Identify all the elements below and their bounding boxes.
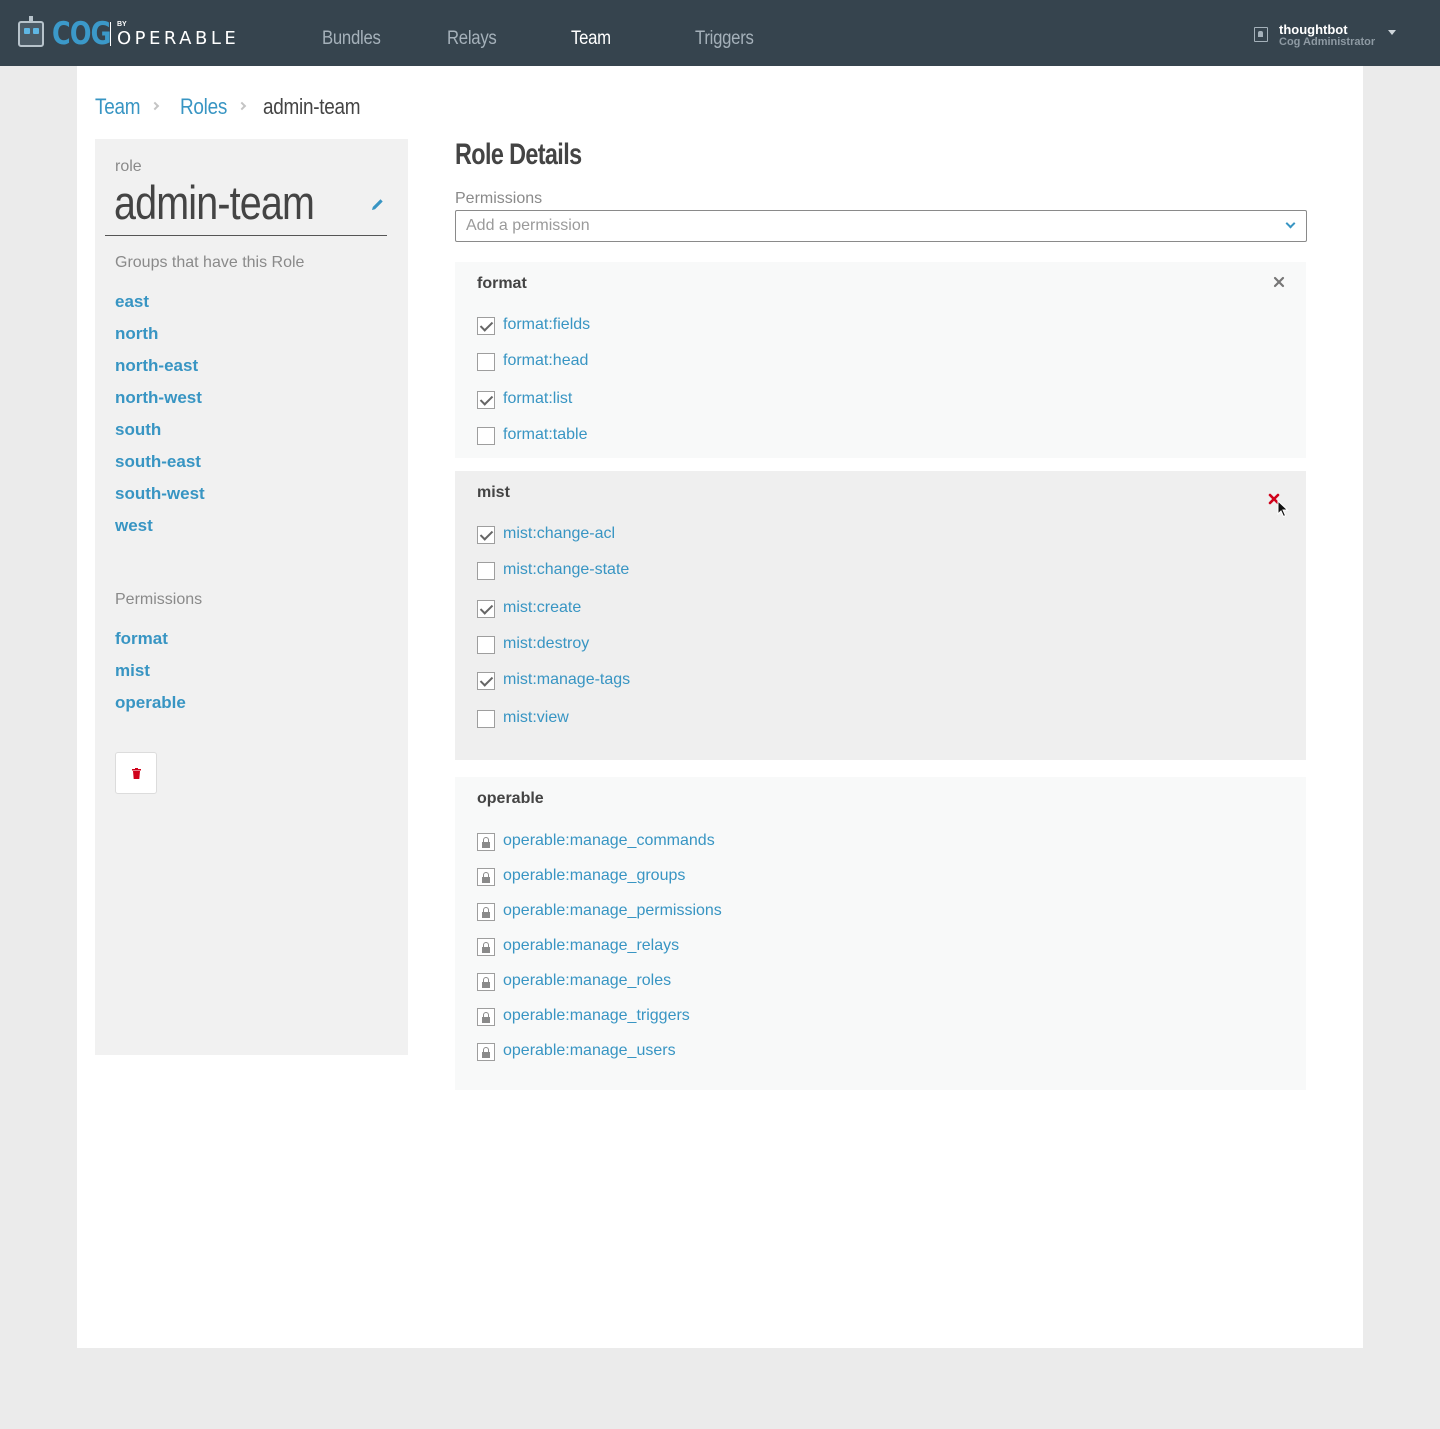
logo-by-text: BY [117,20,127,28]
permission-label[interactable]: operable:manage_relays [503,937,679,955]
group-link[interactable]: west [115,515,205,547]
permission-label[interactable]: mist:create [503,599,581,617]
nav-triggers[interactable]: Triggers [695,28,754,50]
bundle-title: format [477,275,527,292]
group-link[interactable]: east [115,291,205,323]
permission-checkbox[interactable] [477,600,495,618]
lock-icon [477,903,495,921]
permission-label[interactable]: mist:manage-tags [503,671,630,689]
chevron-down-icon [1285,218,1296,229]
group-link[interactable]: south [115,419,205,451]
bundle-title: mist [477,484,510,501]
permission-checkbox[interactable] [477,562,495,580]
permission-checkbox[interactable] [477,353,495,371]
permission-label[interactable]: operable:manage_triggers [503,1007,690,1025]
lock-icon [477,938,495,956]
permission-bundle-link[interactable]: operable [115,692,186,724]
groups-heading: Groups that have this Role [115,254,305,271]
permission-label[interactable]: mist:change-acl [503,525,615,543]
permission-bundle-link[interactable]: format [115,628,186,660]
breadcrumb-current: admin-team [263,94,361,119]
permission-label[interactable]: operable:manage_roles [503,972,671,990]
page-title: Role Details [455,138,582,171]
permission-label[interactable]: format:head [503,352,588,370]
user-role: Cog Administrator [1279,36,1376,48]
user-icon [1254,27,1268,42]
group-link[interactable]: north-west [115,387,205,419]
nav-team[interactable]: Team [571,28,611,50]
permission-bundle-link[interactable]: mist [115,660,186,692]
pencil-icon[interactable] [371,198,384,211]
group-link[interactable]: south-east [115,451,205,483]
bundle-title: operable [477,790,544,807]
lock-icon [477,973,495,991]
permission-label[interactable]: operable:manage_users [503,1042,676,1060]
permission-checkbox[interactable] [477,427,495,445]
chevron-right-icon [237,101,247,111]
role-sidebar: role admin-team Groups that have this Ro… [95,139,408,1055]
chevron-right-icon [150,101,160,111]
permission-label[interactable]: format:list [503,390,572,408]
group-link[interactable]: south-west [115,483,205,515]
permission-checkbox[interactable] [477,710,495,728]
add-permission-placeholder: Add a permission [466,217,590,234]
groups-list: east north north-east north-west south s… [115,291,205,547]
group-link[interactable]: north [115,323,205,355]
logo-operable-text: OPERABLE [117,27,240,49]
group-link[interactable]: north-east [115,355,205,387]
breadcrumb-roles[interactable]: Roles [180,94,227,120]
cog-logo[interactable]: COG BY OPERABLE [14,16,239,52]
bundle-card-format: format format:fields format:head format:… [455,262,1306,458]
robot-icon [14,16,48,49]
main-panel: Team Roles admin-team role admin-team Gr… [77,66,1363,1348]
permission-checkbox[interactable] [477,636,495,654]
permission-label[interactable]: format:fields [503,316,590,334]
permission-label[interactable]: operable:manage_groups [503,867,685,885]
permission-bundles-list: format mist operable [115,628,186,724]
permission-label[interactable]: operable:manage_commands [503,832,715,850]
permissions-label: Permissions [455,190,543,207]
nav-bundles[interactable]: Bundles [322,28,381,50]
lock-icon [477,1043,495,1061]
role-label: role [115,158,142,175]
permission-checkbox[interactable] [477,391,495,409]
permission-label[interactable]: operable:manage_permissions [503,902,722,920]
lock-icon [477,868,495,886]
delete-role-button[interactable] [115,752,157,794]
permission-checkbox[interactable] [477,672,495,690]
permission-checkbox[interactable] [477,526,495,544]
mouse-cursor-icon [1277,500,1289,518]
role-name: admin-team [114,176,315,229]
permission-label[interactable]: format:table [503,426,587,444]
permission-label[interactable]: mist:change-state [503,561,629,579]
bundle-card-mist: mist mist:change-acl mist:change-state m… [455,471,1306,760]
close-icon[interactable] [1272,275,1286,289]
nav-relays[interactable]: Relays [447,28,497,50]
logo-cog-text: COG [52,16,112,52]
user-name: thoughtbot [1279,22,1348,37]
lock-icon [477,833,495,851]
permission-label[interactable]: mist:view [503,709,569,727]
trash-icon [132,768,141,779]
breadcrumb-team[interactable]: Team [95,94,141,120]
bundle-card-operable: operable operable:manage_commands operab… [455,777,1306,1090]
caret-down-icon[interactable] [1388,30,1396,35]
top-navbar: COG BY OPERABLE Bundles Relays Team Trig… [0,0,1440,66]
lock-icon [477,1008,495,1026]
permission-label[interactable]: mist:destroy [503,635,589,653]
permissions-heading: Permissions [115,591,203,608]
permission-checkbox[interactable] [477,317,495,335]
add-permission-select[interactable]: Add a permission [455,210,1307,242]
